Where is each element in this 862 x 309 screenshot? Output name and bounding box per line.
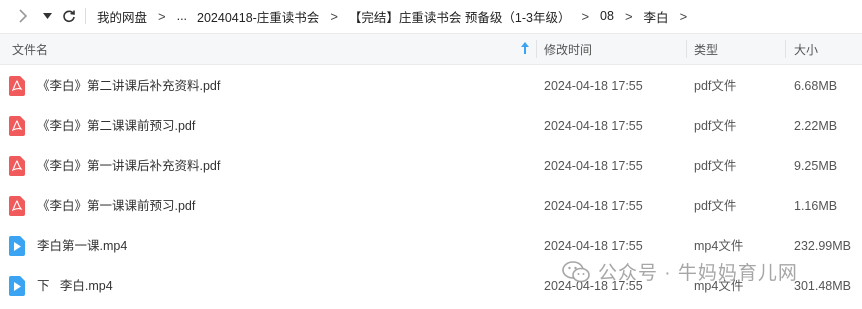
pdf-icon: [9, 156, 25, 176]
breadcrumb-item-folder[interactable]: 【完结】庄重读书会 预备级（1-3年级）: [347, 7, 573, 26]
file-name[interactable]: 《李白》第一课课前预习.pdf: [37, 186, 195, 226]
column-divider[interactable]: [785, 40, 786, 58]
toolbar-divider: [85, 8, 86, 24]
navigation-bar: 我的网盘 > ... 20240418-庄重读书会 > 【完结】庄重读书会 预备…: [0, 0, 862, 32]
file-row[interactable]: 《李白》第一讲课后补充资料.pdf 2024-04-18 17:55 pdf文件…: [0, 146, 862, 186]
file-modified: 2024-04-18 17:55: [544, 119, 643, 133]
refresh-icon: [63, 10, 75, 23]
file-type: pdf文件: [694, 79, 737, 93]
sort-ascending-icon[interactable]: [521, 42, 529, 54]
column-divider[interactable]: [536, 40, 537, 58]
file-type: pdf文件: [694, 159, 737, 173]
breadcrumb-separator-icon: >: [158, 8, 166, 24]
breadcrumb-separator-icon: >: [330, 8, 338, 24]
file-name[interactable]: 李白第一课.mp4: [37, 226, 127, 266]
file-modified: 2024-04-18 17:55: [544, 79, 643, 93]
file-row[interactable]: 《李白》第二讲课后补充资料.pdf 2024-04-18 17:55 pdf文件…: [0, 66, 862, 106]
column-header-modified[interactable]: 修改时间: [544, 34, 592, 64]
file-type: pdf文件: [694, 199, 737, 213]
file-size: 2.22MB: [794, 119, 838, 133]
breadcrumb-item-current[interactable]: 李白: [642, 7, 671, 26]
file-row[interactable]: 《李白》第一课课前预习.pdf 2024-04-18 17:55 pdf文件 1…: [0, 186, 862, 226]
video-icon: [9, 276, 25, 296]
file-modified: 2024-04-18 17:55: [544, 159, 643, 173]
breadcrumb-item-ellipsis[interactable]: ...: [175, 9, 189, 23]
file-size: 6.68MB: [794, 79, 838, 93]
column-header-name[interactable]: 文件名: [12, 34, 48, 64]
file-name[interactable]: 《李白》第二讲课后补充资料.pdf: [37, 66, 220, 106]
file-row[interactable]: 《李白》第二课课前预习.pdf 2024-04-18 17:55 pdf文件 2…: [0, 106, 862, 146]
breadcrumb-separator-icon: >: [679, 8, 688, 24]
file-list-header: 文件名 修改时间 类型 大小: [0, 33, 862, 65]
file-size: 1.16MB: [794, 199, 838, 213]
file-name[interactable]: 下 李白.mp4: [37, 266, 113, 306]
watermark: 公众号 · 牛妈妈育儿网: [562, 258, 798, 285]
file-size: 9.25MB: [794, 159, 838, 173]
column-header-size[interactable]: 大小: [794, 34, 818, 64]
breadcrumb-item-root[interactable]: 我的网盘: [95, 7, 149, 26]
column-header-type[interactable]: 类型: [694, 34, 718, 64]
breadcrumb-item-folder[interactable]: 08: [598, 9, 616, 23]
video-icon: [9, 236, 25, 256]
pdf-icon: [9, 76, 25, 96]
refresh-button[interactable]: [56, 0, 82, 32]
watermark-text: 公众号 · 牛妈妈育儿网: [598, 263, 798, 284]
history-dropdown-button[interactable]: [38, 0, 56, 32]
pdf-icon: [9, 116, 25, 136]
file-name[interactable]: 《李白》第二课课前预习.pdf: [37, 106, 195, 146]
breadcrumb-separator-icon: >: [624, 8, 633, 24]
pdf-icon: [9, 196, 25, 216]
chevron-right-icon: [19, 9, 28, 23]
file-size: 301.48MB: [794, 279, 851, 293]
breadcrumb-separator-icon: >: [581, 8, 590, 24]
file-type: pdf文件: [694, 119, 737, 133]
forward-button[interactable]: [8, 0, 38, 32]
breadcrumb: 我的网盘 > ... 20240418-庄重读书会 > 【完结】庄重读书会 预备…: [95, 0, 696, 32]
file-name[interactable]: 《李白》第一讲课后补充资料.pdf: [37, 146, 220, 186]
wechat-icon: [562, 260, 590, 282]
file-modified: 2024-04-18 17:55: [544, 199, 643, 213]
caret-down-icon: [42, 13, 52, 19]
column-divider[interactable]: [686, 40, 687, 58]
breadcrumb-item-folder[interactable]: 20240418-庄重读书会: [195, 7, 321, 26]
file-size: 232.99MB: [794, 239, 851, 253]
